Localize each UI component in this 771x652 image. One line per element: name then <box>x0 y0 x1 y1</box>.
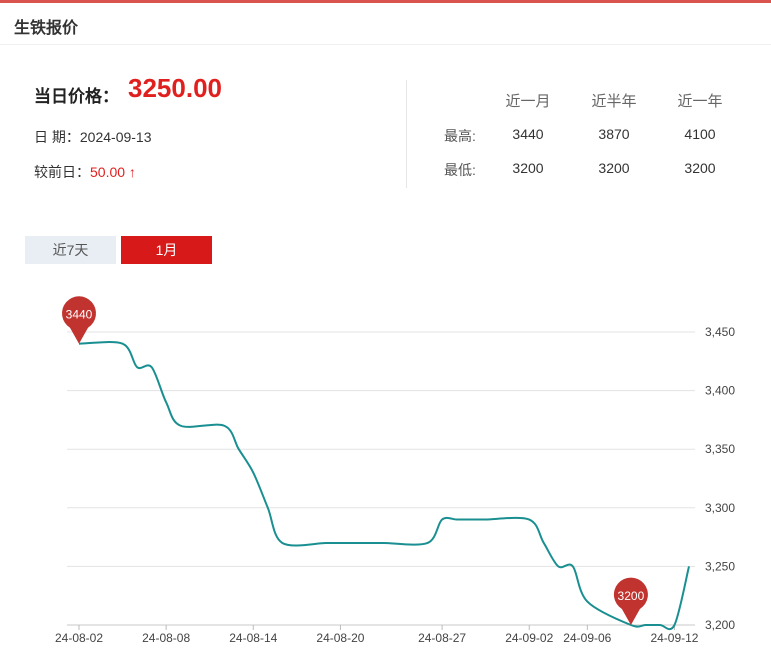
marker-label: 3440 <box>66 308 93 322</box>
stats-min-month: 3200 <box>512 160 544 176</box>
top-accent-line <box>0 0 771 3</box>
date-value: 2024-09-13 <box>79 129 152 145</box>
tab-1-month[interactable]: 1月 <box>121 236 212 264</box>
y-tick-label: 3,200 <box>705 618 735 632</box>
price-value: 3250.00 <box>128 73 222 103</box>
x-tick-label: 24-08-20 <box>316 631 364 645</box>
x-tick-label: 24-08-14 <box>229 631 277 645</box>
stats-max-label: 最高: <box>444 128 476 144</box>
y-tick-label: 3,350 <box>705 442 735 456</box>
stats-header-month: 近一月 <box>505 93 551 110</box>
y-tick-label: 3,450 <box>705 325 735 339</box>
stats-max-year: 4100 <box>684 126 716 142</box>
price-series-line <box>78 341 690 631</box>
title-divider <box>0 44 771 45</box>
y-tick-label: 3,400 <box>705 384 735 398</box>
date-row: 日 期：2024-09-13 <box>34 127 152 147</box>
change-value: 50.00 ↑ <box>90 164 136 180</box>
x-tick-label: 24-08-08 <box>142 631 190 645</box>
stats-min-year: 3200 <box>684 160 716 176</box>
x-tick-label: 24-09-12 <box>650 631 698 645</box>
stats-min-halfyear: 3200 <box>598 160 630 176</box>
stats-min-label: 最低: <box>444 162 476 178</box>
price-line-chart: 3,450 3,400 3,350 3,300 3,250 3,200 24-08-02 24… <box>55 296 735 645</box>
y-tick-label: 3,300 <box>705 501 735 515</box>
x-tick-label: 24-08-27 <box>418 631 466 645</box>
page-title: 生铁报价 <box>14 20 79 37</box>
price-label: 当日价格： <box>34 87 119 106</box>
stats-header-year: 近一年 <box>677 93 723 110</box>
date-label: 日 期： <box>34 129 80 145</box>
x-tick-label: 24-09-06 <box>563 631 611 645</box>
x-tick-label: 24-09-02 <box>505 631 553 645</box>
change-row: 较前日：50.00 ↑ <box>34 162 136 182</box>
x-tick-label: 24-08-02 <box>55 631 103 645</box>
change-label: 较前日： <box>34 164 90 180</box>
stats-max-halfyear: 3870 <box>598 126 630 142</box>
tab-7-days[interactable]: 近7天 <box>25 236 116 264</box>
stats-max-month: 3440 <box>512 126 544 142</box>
stats-divider <box>406 80 407 188</box>
marker-label: 3200 <box>618 589 645 603</box>
stats-header-halfyear: 近半年 <box>591 93 637 110</box>
y-tick-label: 3,250 <box>705 559 735 573</box>
